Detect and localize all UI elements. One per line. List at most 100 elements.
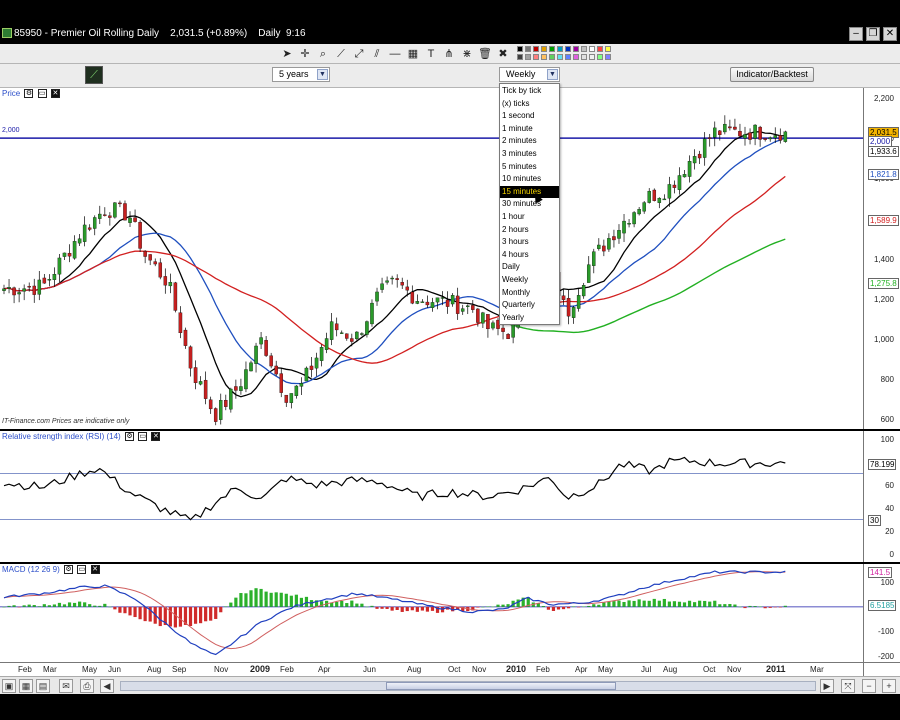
pointer-icon[interactable]: ➤ [279, 46, 295, 62]
zoom-out-icon[interactable]: − [862, 679, 876, 693]
zoom-in-icon[interactable]: + [882, 679, 896, 693]
color-swatch-pink[interactable] [533, 54, 539, 60]
window-icon[interactable]: ▭ [77, 565, 87, 575]
close-panel-icon[interactable]: ✕ [151, 432, 161, 442]
interval-option[interactable]: Daily [500, 261, 559, 274]
layout-icon[interactable]: ▤ [36, 679, 50, 693]
channel-icon[interactable]: ⫽ [369, 46, 385, 62]
color-swatch-periwinkle[interactable] [605, 54, 611, 60]
interval-option[interactable]: 2 hours [500, 224, 559, 237]
scroll-thumb[interactable] [386, 682, 616, 690]
interval-option[interactable]: Monthly [500, 287, 559, 300]
macd-panel[interactable]: MACD (12 26 9) ⚙ ▭ ✕ [0, 564, 863, 662]
color-swatch-cyan[interactable] [557, 46, 563, 52]
color-swatch-gray[interactable] [525, 46, 531, 52]
indicator-backtest-button[interactable]: Indicator/Backtest [730, 67, 814, 82]
candle-body [244, 369, 248, 390]
fit-icon[interactable]: ⤧ [841, 679, 855, 693]
color-swatch-black[interactable] [517, 46, 523, 52]
interval-option[interactable]: Tick by tick [500, 85, 559, 98]
interval-dropdown[interactable]: Tick by tick (x) ticks 1 second 1 minute 2 m… [499, 83, 560, 325]
window-icon[interactable]: ▭ [138, 432, 148, 442]
color-swatch-orange[interactable] [541, 46, 547, 52]
macd-chart[interactable] [0, 564, 863, 662]
color-swatch-magenta[interactable] [573, 54, 579, 60]
color-swatch-light-cyan[interactable] [557, 54, 563, 60]
color-swatch-purple[interactable] [573, 46, 579, 52]
zoom-icon[interactable]: ⌕ [315, 46, 331, 62]
crosshair-icon[interactable]: ✛ [297, 46, 313, 62]
interval-option[interactable]: 3 minutes [500, 148, 559, 161]
macd-histogram-bar [758, 606, 762, 607]
candle-body [511, 324, 515, 338]
chevron-down-icon[interactable]: ▼ [547, 69, 558, 80]
price-chart-panel[interactable]: Price ⚙ ▭ ✕ 2,000 IT-Finance.com Prices … [0, 88, 863, 429]
color-swatch-peach[interactable] [541, 54, 547, 60]
gann-icon[interactable]: ⋇ [459, 46, 475, 62]
rsi-panel[interactable]: Relative strength index (RSI) (14) ⚙ ▭ ✕ [0, 431, 863, 562]
color-swatch-green[interactable] [549, 46, 555, 52]
fibonacci-icon[interactable]: ▦ [405, 46, 421, 62]
interval-option[interactable]: 5 minutes [500, 161, 559, 174]
interval-option[interactable]: 15 minutes [500, 185, 559, 199]
macd-histogram-bar [390, 606, 394, 611]
interval-option[interactable]: 1 second [500, 110, 559, 123]
range-select[interactable]: 5 years ▼ [272, 67, 330, 82]
interval-option[interactable]: 30 minutes [500, 198, 559, 211]
scroll-track[interactable] [120, 681, 816, 691]
mail-icon[interactable]: ✉ [59, 679, 73, 693]
horizontal-line-icon[interactable]: — [387, 46, 403, 62]
wrench-icon[interactable]: ⚙ [64, 565, 74, 575]
interval-option[interactable]: 4 hours [500, 249, 559, 262]
color-swatch-light-blue[interactable] [565, 54, 571, 60]
macd-histogram-bar [602, 602, 606, 607]
trendline-icon[interactable]: ⟋ [333, 46, 349, 62]
scroll-left-icon[interactable]: ◀ [100, 679, 114, 693]
close-icon[interactable]: ✕ [883, 27, 897, 41]
macd-histogram-bar [123, 606, 127, 614]
close-panel-icon[interactable]: ✕ [50, 89, 60, 99]
fan-icon[interactable]: ⋔ [441, 46, 457, 62]
interval-option[interactable]: 10 minutes [500, 173, 559, 186]
interval-option[interactable]: Weekly [500, 274, 559, 287]
chevron-down-icon[interactable]: ▼ [317, 69, 328, 80]
interval-option[interactable]: 2 minutes [500, 135, 559, 148]
delete-icon[interactable]: 🗑 [477, 46, 493, 62]
price-chart[interactable] [0, 88, 863, 429]
color-swatch-light-red[interactable] [597, 46, 603, 52]
color-swatch-light-green[interactable] [549, 54, 555, 60]
color-swatch-silver[interactable] [581, 46, 587, 52]
wrench-icon[interactable]: ⚙ [124, 432, 134, 442]
interval-option[interactable]: 3 hours [500, 236, 559, 249]
maximize-icon[interactable]: ❐ [866, 27, 880, 41]
interval-option[interactable]: 1 hour [500, 211, 559, 224]
print-icon[interactable]: ⎙ [80, 679, 94, 693]
interval-option[interactable]: Yearly [500, 312, 559, 325]
minimize-icon[interactable]: – [849, 27, 863, 41]
save-icon[interactable]: ▣ [2, 679, 16, 693]
ma-red-line [3, 175, 786, 364]
color-swatch-white[interactable] [589, 46, 595, 52]
color-swatch-pale[interactable] [581, 54, 587, 60]
wrench-icon[interactable]: ⚙ [24, 89, 34, 99]
interval-select[interactable]: Weekly ▼ [499, 67, 560, 82]
grid-icon[interactable]: ▦ [19, 679, 33, 693]
color-swatch-lime[interactable] [597, 54, 603, 60]
color-swatch-red[interactable] [533, 46, 539, 52]
chart-style-icon[interactable]: ⟋ [85, 66, 103, 84]
color-swatch-light-gray[interactable] [525, 54, 531, 60]
interval-option[interactable]: Quarterly [500, 299, 559, 312]
color-swatch-blue[interactable] [565, 46, 571, 52]
color-swatch-off-white[interactable] [589, 54, 595, 60]
rsi-chart[interactable] [0, 431, 863, 562]
close-panel-icon[interactable]: ✕ [90, 565, 100, 575]
tools-icon[interactable]: ✖ [495, 46, 511, 62]
ray-icon[interactable]: ⤢ [351, 46, 367, 62]
interval-option[interactable]: 1 minute [500, 123, 559, 136]
interval-option[interactable]: (x) ticks [500, 98, 559, 111]
color-swatch-yellow[interactable] [605, 46, 611, 52]
text-tool-icon[interactable]: T [423, 46, 439, 62]
color-swatch-dark-gray[interactable] [517, 54, 523, 60]
window-icon[interactable]: ▭ [37, 89, 47, 99]
scroll-right-icon[interactable]: ▶ [820, 679, 834, 693]
